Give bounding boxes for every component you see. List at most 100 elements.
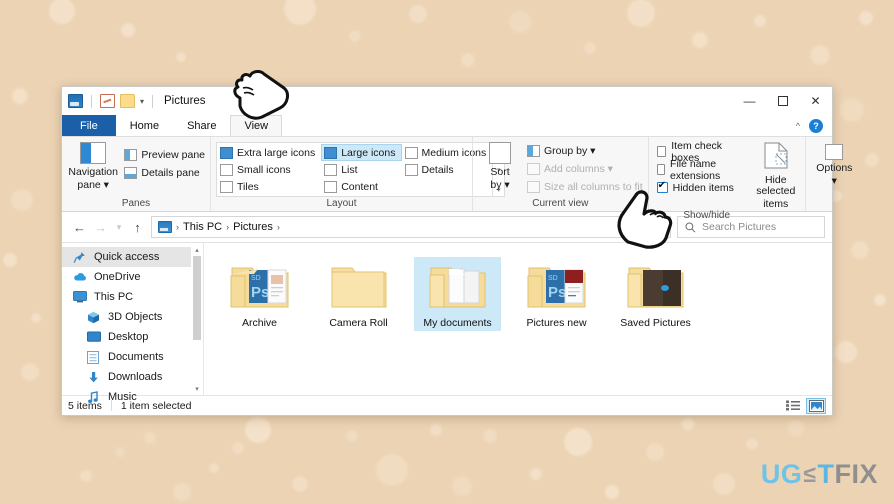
sidebar-scrollbar[interactable]: ▴ ▾ xyxy=(191,243,203,395)
documents-icon xyxy=(87,351,101,364)
hidden-items-checkbox[interactable] xyxy=(657,182,668,193)
details-icon xyxy=(405,164,418,176)
layout-small-icons[interactable]: Small icons xyxy=(217,161,321,178)
navigation-pane-button[interactable]: Navigation pane ▾ xyxy=(67,140,119,191)
minimize-button[interactable]: — xyxy=(733,87,766,115)
sidebar-label-0: Quick access xyxy=(94,251,159,263)
options-group-label xyxy=(811,198,858,211)
search-icon xyxy=(685,222,696,233)
hidden-items-label: Hidden items xyxy=(673,182,734,194)
sidebar-item-onedrive[interactable]: OneDrive xyxy=(62,267,203,287)
maximize-button[interactable] xyxy=(766,87,799,115)
sidebar-item-desktop[interactable]: Desktop xyxy=(62,327,203,347)
large-icons-view-button[interactable] xyxy=(806,398,826,414)
item-check-boxes-checkbox[interactable] xyxy=(657,146,667,157)
sort-by-button[interactable]: Sort by ▾ xyxy=(478,140,522,191)
sidebar-item-quick-access[interactable]: Quick access xyxy=(62,247,203,267)
recent-locations-button[interactable]: ▾ xyxy=(111,216,127,238)
properties-icon[interactable] xyxy=(100,94,115,108)
size-all-columns-button: Size all columns to fit xyxy=(527,178,643,195)
add-columns-label: Add columns ▾ xyxy=(544,163,613,175)
file-item-pictures-new[interactable]: SD Ps Pictures new xyxy=(513,257,600,331)
window-body: Quick access OneDrive This PC 3D Objects xyxy=(62,242,832,395)
small-icons-icon xyxy=(220,164,233,176)
ugetfix-logo: UG ≤ T FIX xyxy=(761,459,878,490)
size-columns-icon xyxy=(527,181,540,193)
new-folder-icon[interactable] xyxy=(120,94,135,108)
scroll-down-icon[interactable]: ▾ xyxy=(191,382,203,395)
size-all-columns-label: Size all columns to fit xyxy=(544,181,643,193)
close-button[interactable]: ✕ xyxy=(799,87,832,115)
file-label-4: Saved Pictures xyxy=(620,317,691,329)
file-label-0: Archive xyxy=(242,317,277,329)
help-icon[interactable]: ? xyxy=(809,119,823,133)
options-label-2: ▾ xyxy=(832,176,837,187)
layout-content[interactable]: Content xyxy=(321,178,401,195)
sidebar-item-3d-objects[interactable]: 3D Objects xyxy=(62,307,203,327)
file-item-archive[interactable]: SD Ps Archive xyxy=(216,257,303,331)
hidden-items-row[interactable]: Hidden items xyxy=(657,179,741,196)
sidebar-item-music[interactable]: Music xyxy=(62,387,203,407)
medium-icons-icon xyxy=(405,147,418,159)
hide-selected-items-button[interactable]: Hide selected items xyxy=(752,140,800,210)
options-label-1: Options xyxy=(816,163,852,174)
camera-roll-folder-icon xyxy=(328,260,390,312)
layout-large-icons[interactable]: Large icons xyxy=(321,144,401,161)
sidebar-label-3: 3D Objects xyxy=(108,311,162,323)
tab-home[interactable]: Home xyxy=(116,115,173,136)
file-name-extensions-row[interactable]: File name extensions xyxy=(657,161,741,178)
back-button[interactable]: ← xyxy=(69,216,90,238)
options-icon xyxy=(825,144,843,160)
file-item-saved-pictures[interactable]: Saved Pictures xyxy=(612,257,699,331)
sidebar-item-this-pc[interactable]: This PC xyxy=(62,287,203,307)
window-title: Pictures xyxy=(164,95,206,107)
hide-selected-items-icon xyxy=(764,142,788,172)
hide-selected-items-label-1: Hide selected xyxy=(752,175,800,197)
tab-view[interactable]: View xyxy=(230,115,282,136)
music-icon xyxy=(87,391,101,404)
file-name-extensions-checkbox[interactable] xyxy=(657,164,665,175)
download-icon xyxy=(87,371,101,384)
ribbon-group-current-view: Sort by ▾ Group by ▾ Add columns ▾ Size … xyxy=(472,137,648,211)
group-by-button[interactable]: Group by ▾ xyxy=(527,142,643,159)
ribbon-group-options: Options ▾ xyxy=(805,137,863,211)
breadcrumb-item-pictures[interactable]: Pictures xyxy=(233,221,273,233)
file-list-view[interactable]: SD Ps Archive Camera Roll My documents S… xyxy=(204,243,832,395)
tab-share[interactable]: Share xyxy=(173,115,230,136)
sidebar-label-4: Desktop xyxy=(108,331,148,343)
title-bar: ▾ Pictures — ✕ xyxy=(62,87,832,115)
window-controls: — ✕ xyxy=(733,87,832,115)
file-item-my-documents[interactable]: My documents xyxy=(414,257,501,331)
toolbar-divider-2 xyxy=(152,95,153,108)
content-icon xyxy=(324,181,337,193)
details-pane-button[interactable]: Details pane xyxy=(124,164,205,181)
sidebar-item-documents[interactable]: Documents xyxy=(62,347,203,367)
sidebar-item-downloads[interactable]: Downloads xyxy=(62,367,203,387)
cube-icon xyxy=(87,311,101,324)
layout-column-1: Extra large icons Small icons Tiles xyxy=(217,143,321,196)
options-button[interactable]: Options ▾ xyxy=(811,140,858,187)
breadcrumb-item-this-pc[interactable]: This PC xyxy=(183,221,222,233)
file-grid: SD Ps Archive Camera Roll My documents S… xyxy=(216,257,832,331)
up-button[interactable]: ↑ xyxy=(127,216,148,238)
layout-tiles[interactable]: Tiles xyxy=(217,178,321,195)
preview-pane-button[interactable]: Preview pane xyxy=(124,146,205,163)
details-view-button[interactable] xyxy=(783,398,803,414)
logo-part-1: UG xyxy=(761,459,803,490)
sidebar-label-7: Music xyxy=(108,391,137,403)
scroll-up-icon[interactable]: ▴ xyxy=(191,243,203,256)
chevron-down-icon[interactable]: ▾ xyxy=(140,97,144,106)
ribbon-group-panes: Navigation pane ▾ Preview pane Details p… xyxy=(62,137,210,211)
tab-file[interactable]: File xyxy=(62,115,116,136)
scrollbar-thumb[interactable] xyxy=(193,256,201,340)
explorer-icon[interactable] xyxy=(68,94,83,108)
file-item-camera-roll[interactable]: Camera Roll xyxy=(315,257,402,331)
collapse-ribbon-icon[interactable]: ^ xyxy=(796,121,800,131)
navigation-pane-label-2: pane ▾ xyxy=(77,180,109,191)
svg-text:Ps: Ps xyxy=(548,284,566,301)
layout-extra-large-icons[interactable]: Extra large icons xyxy=(217,144,321,161)
breadcrumb[interactable]: › This PC › Pictures › xyxy=(151,216,671,238)
layout-list[interactable]: List xyxy=(321,161,401,178)
add-columns-button: Add columns ▾ xyxy=(527,160,643,177)
details-pane-icon xyxy=(124,167,137,179)
